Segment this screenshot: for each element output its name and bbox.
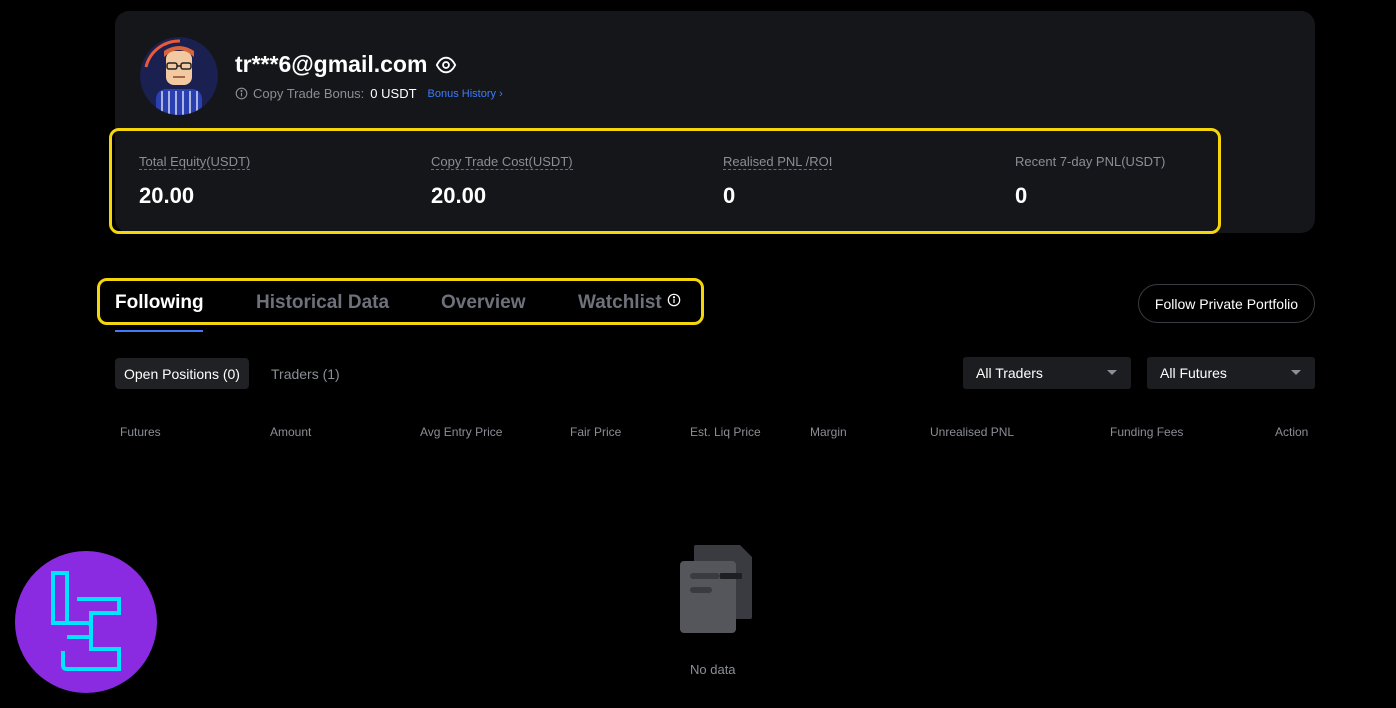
active-tab-indicator [115, 330, 203, 332]
subtab-traders[interactable]: Traders (1) [262, 358, 349, 389]
stat-recent-7day-pnl: Recent 7-day PNL(USDT) 0 [1015, 153, 1165, 209]
traders-select[interactable]: All Traders [963, 357, 1131, 389]
stat-label: Recent 7-day PNL(USDT) [1015, 154, 1166, 169]
tab-watchlist[interactable]: Watchlist [578, 292, 681, 314]
stat-label: Realised PNL /ROI [723, 154, 833, 170]
user-email: tr***6@gmail.com [235, 51, 457, 78]
column-header-margin: Margin [810, 425, 847, 439]
column-header-est-liq-price: Est. Liq Price [690, 425, 761, 439]
info-icon [235, 87, 248, 100]
empty-document-icon [680, 545, 752, 633]
tab-overview[interactable]: Overview [441, 292, 526, 314]
follow-private-portfolio-button[interactable]: Follow Private Portfolio [1138, 284, 1315, 323]
caret-down-icon [1107, 370, 1117, 375]
chevron-right-icon: › [499, 87, 503, 100]
column-header-amount: Amount [270, 425, 312, 439]
stat-label: Total Equity(USDT) [139, 154, 251, 170]
bonus-history-link[interactable]: Bonus History › [428, 88, 503, 100]
column-header-fair-price: Fair Price [570, 425, 622, 439]
tab-historical-data[interactable]: Historical Data [256, 292, 389, 314]
stat-value: 0 [1015, 183, 1028, 208]
bonus-label: Copy Trade Bonus: [253, 86, 365, 101]
bonus-history-label: Bonus History [427, 87, 497, 100]
tab-following[interactable]: Following [115, 292, 204, 314]
eye-icon[interactable] [435, 54, 457, 76]
stat-value: 0 [723, 183, 736, 208]
info-icon [667, 293, 681, 307]
stats-highlight: Total Equity(USDT) 20.00 Copy Trade Cost… [109, 128, 1221, 234]
column-header-funding-fees: Funding Fees [1110, 425, 1184, 439]
traders-select-value: All Traders [976, 365, 1043, 381]
avatar [140, 37, 218, 115]
stat-value: 20.00 [431, 183, 487, 208]
tab-watchlist-label: Watchlist [578, 292, 662, 313]
stat-total-equity: Total Equity(USDT) 20.00 [139, 153, 251, 209]
stat-realised-pnl: Realised PNL /ROI 0 [723, 153, 833, 209]
bonus-row: Copy Trade Bonus: 0 USDT Bonus History › [235, 86, 503, 101]
futures-select-value: All Futures [1160, 365, 1227, 381]
column-header-unrealised-pnl: Unrealised PNL [930, 425, 1015, 439]
column-header-action: Action [1275, 425, 1309, 439]
empty-state-text: No data [690, 662, 736, 677]
bonus-value: 0 USDT [370, 86, 417, 101]
column-header-avg-entry-price: Avg Entry Price [420, 425, 503, 439]
stat-value: 20.00 [139, 183, 195, 208]
caret-down-icon [1291, 370, 1301, 375]
stat-copy-trade-cost: Copy Trade Cost(USDT) 20.00 [431, 153, 573, 209]
email-text: tr***6@gmail.com [235, 51, 428, 77]
futures-select[interactable]: All Futures [1147, 357, 1315, 389]
stat-label: Copy Trade Cost(USDT) [431, 154, 573, 170]
column-header-futures: Futures [120, 425, 161, 439]
subtab-open-positions[interactable]: Open Positions (0) [115, 358, 249, 389]
brand-logo-icon [15, 551, 157, 693]
